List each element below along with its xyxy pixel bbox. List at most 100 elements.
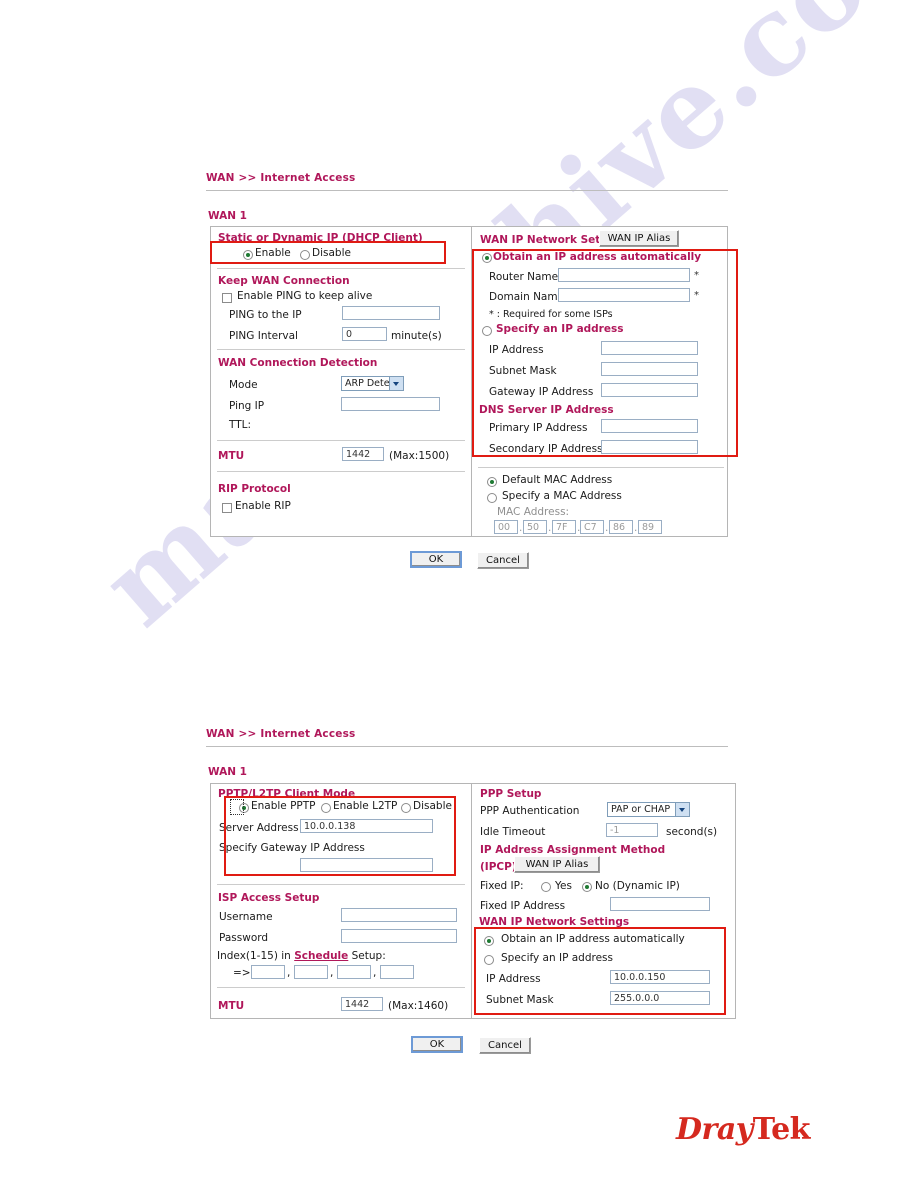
mac-dot-5: . (634, 522, 638, 534)
input-gateway-ip[interactable] (601, 383, 698, 397)
required-star-2: * (694, 290, 699, 301)
input-idle-timeout[interactable]: -1 (606, 823, 658, 837)
input-server-address[interactable]: 10.0.0.138 (300, 819, 433, 833)
mac-dot-4: . (605, 522, 609, 534)
input-mtu[interactable]: 1442 (342, 447, 384, 461)
wan-ip-alias-button-1[interactable]: WAN IP Alias (599, 230, 679, 247)
ok-button-2[interactable]: OK (411, 1036, 463, 1053)
select-detect-mode[interactable]: ARP Detect (341, 376, 404, 391)
form1-left-column: Static or Dynamic IP (DHCP Client) Enabl… (211, 227, 471, 536)
keep-wan-connection-title: Keep WAN Connection (218, 275, 350, 287)
input-domain-name[interactable] (558, 288, 690, 302)
cancel-button-1[interactable]: Cancel (477, 552, 529, 569)
input-schedule-1[interactable] (251, 965, 285, 979)
input-mac-octet-2[interactable]: 50 (523, 520, 547, 534)
input-secondary-dns[interactable] (601, 440, 698, 454)
label-fixed-ip-no[interactable]: No (Dynamic IP) (595, 880, 680, 892)
ip-assignment-method-title: IP Address Assignment Method (480, 844, 666, 856)
label-enable-pptp[interactable]: Enable PPTP (251, 800, 316, 812)
label-default-mac[interactable]: Default MAC Address (502, 474, 612, 486)
divider-2a (217, 884, 465, 885)
input-schedule-3[interactable] (337, 965, 371, 979)
divider-1e (478, 467, 724, 468)
wan-ip-alias-button-2[interactable]: WAN IP Alias (514, 856, 600, 873)
label-ttl: TTL: (229, 419, 252, 431)
label-seconds: second(s) (666, 826, 718, 838)
radio-dhcp-enable[interactable] (243, 250, 253, 260)
radio-fixed-ip-yes[interactable] (541, 882, 551, 892)
label-obtain-ip-auto-2[interactable]: Obtain an IP address automatically (501, 933, 685, 945)
input-specify-gateway-ip[interactable] (300, 858, 433, 872)
radio-enable-l2tp[interactable] (321, 803, 331, 813)
divider-1b (217, 349, 465, 350)
label-fixed-ip-address: Fixed IP Address (480, 900, 566, 912)
input-ip-address-2[interactable]: 10.0.0.150 (610, 970, 710, 984)
input-subnet-mask-2[interactable]: 255.0.0.0 (610, 991, 710, 1005)
input-mac-octet-6[interactable]: 89 (638, 520, 662, 534)
checkbox-enable-rip[interactable] (222, 503, 232, 513)
radio-default-mac[interactable] (487, 477, 497, 487)
label-enable-l2tp[interactable]: Enable L2TP (333, 800, 397, 812)
radio-pptp-disable[interactable] (401, 803, 411, 813)
input-mac-octet-1[interactable]: 00 (494, 520, 518, 534)
label-obtain-ip-auto-1[interactable]: Obtain an IP address automatically (493, 251, 701, 263)
mtu-title-2: MTU (218, 1000, 245, 1012)
label-specify-mac[interactable]: Specify a MAC Address (502, 490, 622, 502)
input-subnet-mask-1[interactable] (601, 362, 698, 376)
input-mtu-2[interactable]: 1442 (341, 997, 383, 1011)
ok-button-1[interactable]: OK (410, 551, 462, 568)
label-router-name: Router Name (489, 271, 559, 283)
radio-specify-ip-1[interactable] (482, 326, 492, 336)
select-ppp-authentication[interactable]: PAP or CHAP (607, 802, 690, 817)
radio-dhcp-disable[interactable] (300, 250, 310, 260)
divider-1c (217, 440, 465, 441)
input-ip-address-1[interactable] (601, 341, 698, 355)
input-mac-octet-4[interactable]: C7 (580, 520, 604, 534)
input-mac-octet-3[interactable]: 7F (552, 520, 576, 534)
label-fixed-ip: Fixed IP: (480, 880, 524, 892)
breadcrumb-rule-1 (206, 190, 728, 191)
radio-specify-mac[interactable] (487, 493, 497, 503)
input-schedule-4[interactable] (380, 965, 414, 979)
label-enable-ping-keepalive[interactable]: Enable PING to keep alive (237, 290, 372, 302)
label-domain-name: Domain Name (489, 291, 565, 303)
ipcp-label: (IPCP) (480, 861, 517, 873)
label-mtu-max: (Max:1500) (389, 450, 450, 462)
label-specify-gateway-ip: Specify Gateway IP Address (219, 842, 365, 854)
radio-specify-ip-2[interactable] (484, 955, 494, 965)
breadcrumb-rule-2 (206, 746, 728, 747)
input-fixed-ip-address[interactable] (610, 897, 710, 911)
form2-left-column: PPTP/L2TP Client Mode Enable PPTP Enable… (211, 784, 471, 1018)
input-ping-to-the-ip[interactable] (342, 306, 440, 320)
label-subnet-mask-1: Subnet Mask (489, 365, 557, 377)
label-mode: Mode (229, 379, 258, 391)
radio-obtain-ip-auto-1[interactable] (482, 253, 492, 263)
radio-fixed-ip-no[interactable] (582, 882, 592, 892)
radio-obtain-ip-auto-2[interactable] (484, 936, 494, 946)
schedule-link[interactable]: Schedule (294, 950, 348, 962)
label-enable-rip[interactable]: Enable RIP (235, 500, 291, 512)
label-specify-ip-1[interactable]: Specify an IP address (496, 323, 623, 335)
input-router-name[interactable] (558, 268, 690, 282)
dns-server-title: DNS Server IP Address (479, 404, 614, 416)
label-dhcp-enable[interactable]: Enable (255, 247, 291, 259)
input-ping-interval[interactable]: 0 (342, 327, 387, 341)
input-primary-dns[interactable] (601, 419, 698, 433)
breadcrumb-1[interactable]: WAN >> Internet Access (206, 172, 356, 184)
label-server-address: Server Address (219, 822, 299, 834)
input-username[interactable] (341, 908, 457, 922)
input-schedule-2[interactable] (294, 965, 328, 979)
label-fixed-ip-yes[interactable]: Yes (555, 880, 572, 892)
breadcrumb-2[interactable]: WAN >> Internet Access (206, 728, 356, 740)
input-ping-ip[interactable] (341, 397, 440, 411)
label-idle-timeout: Idle Timeout (480, 826, 546, 838)
logo-tek: Tek (752, 1112, 811, 1147)
label-index-schedule: Index(1-15) in Schedule Setup: (217, 950, 386, 962)
input-password[interactable] (341, 929, 457, 943)
label-dhcp-disable[interactable]: Disable (312, 247, 351, 259)
cancel-button-2[interactable]: Cancel (479, 1037, 531, 1054)
label-pptp-disable[interactable]: Disable (413, 800, 452, 812)
input-mac-octet-5[interactable]: 86 (609, 520, 633, 534)
label-specify-ip-2[interactable]: Specify an IP address (501, 952, 613, 964)
checkbox-enable-ping-keepalive[interactable] (222, 293, 232, 303)
